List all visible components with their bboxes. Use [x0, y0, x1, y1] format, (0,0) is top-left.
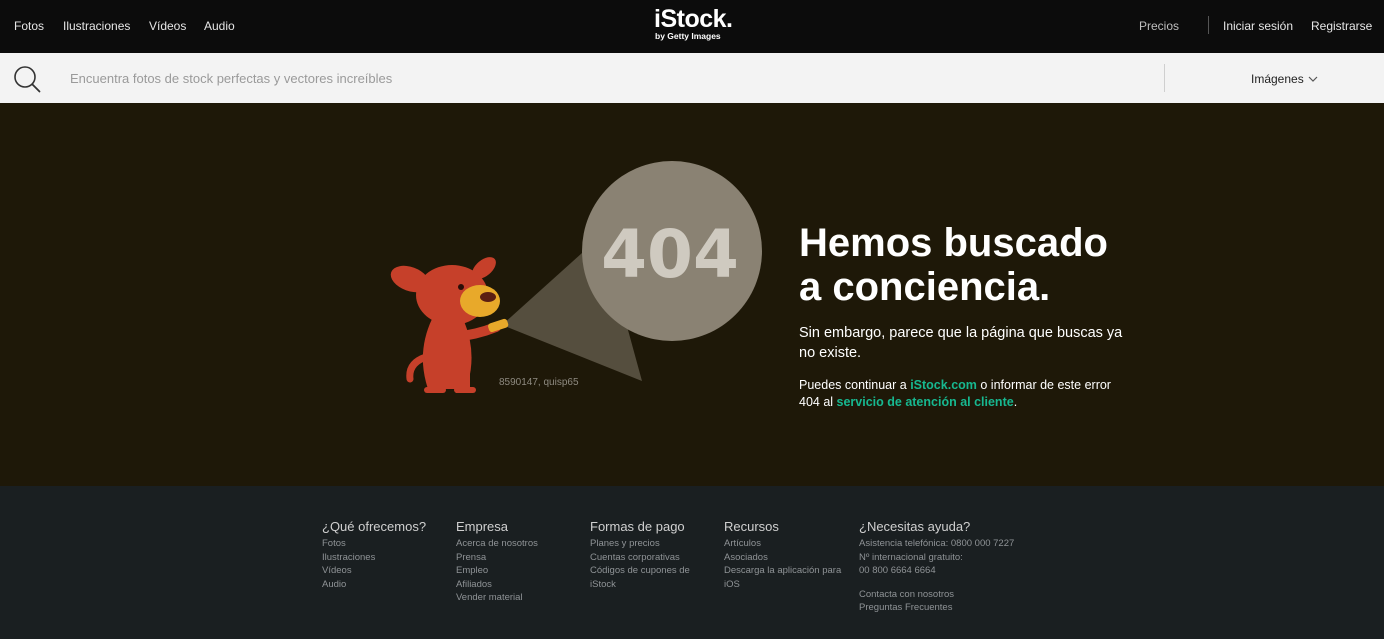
footer-link[interactable]: Códigos de cupones de iStock	[590, 564, 710, 591]
footer-column-help: ¿Necesitas ayuda? Asistencia telefónica:…	[859, 519, 1049, 615]
nav-audio-link[interactable]: Audio	[204, 19, 235, 33]
intl-number: 00 800 6664 6664	[859, 565, 936, 576]
search-input[interactable]	[58, 63, 1153, 93]
top-navigation: Fotos Ilustraciones Vídeos Audio iStock.…	[0, 0, 1384, 53]
footer-link[interactable]: Vender material	[456, 591, 538, 605]
footer-link[interactable]: Empleo	[456, 564, 538, 578]
logo-wordmark: iStock.	[654, 5, 733, 33]
login-link[interactable]: Iniciar sesión	[1223, 19, 1293, 33]
error-hero: 404 8590147, quisp65 Hemos buscado a con…	[0, 103, 1384, 486]
error-continue-text: Puedes continuar a iStock.com o informar…	[799, 377, 1129, 411]
footer-link[interactable]: Artículos	[724, 537, 859, 551]
nav-ilustraciones-link[interactable]: Ilustraciones	[63, 19, 130, 33]
continue-text-3: .	[1013, 395, 1018, 409]
error-headline: Hemos buscado a conciencia.	[799, 221, 1199, 309]
error-code-404: 404	[601, 216, 739, 293]
footer-column-resources: Recursos Artículos Asociados Descarga la…	[724, 519, 859, 591]
footer: ¿Qué ofrecemos? Fotos Ilustraciones Víde…	[0, 486, 1384, 639]
footer-link[interactable]: Descarga la aplicación para iOS	[724, 564, 859, 591]
footer-column-payment: Formas de pago Planes y precios Cuentas …	[590, 519, 710, 591]
headline-line-1: Hemos buscado	[799, 221, 1108, 265]
nav-videos-link[interactable]: Vídeos	[149, 19, 186, 33]
footer-link[interactable]: Prensa	[456, 551, 538, 565]
istock-logo[interactable]: iStock. by Getty Images	[654, 5, 733, 41]
intl-number-label: Nº internacional gratuito:	[859, 551, 963, 563]
footer-link[interactable]: Preguntas Frecuentes	[859, 601, 1049, 615]
footer-link[interactable]: Asociados	[724, 551, 859, 565]
footer-link[interactable]: Ilustraciones	[322, 551, 426, 565]
search-divider	[1164, 64, 1165, 92]
footer-heading: ¿Necesitas ayuda?	[859, 519, 971, 534]
footer-heading: Formas de pago	[590, 519, 685, 534]
image-credit: 8590147, quisp65	[499, 377, 579, 388]
footer-link[interactable]: Planes y precios	[590, 537, 710, 551]
nav-divider	[1208, 16, 1209, 34]
dog-flashlight-illustration: 404	[390, 161, 762, 393]
footer-link[interactable]: Afiliados	[456, 578, 538, 592]
error-subtitle: Sin embargo, parece que la página que bu…	[799, 325, 1123, 361]
media-type-dropdown[interactable]: Imágenes	[1251, 72, 1318, 86]
search-bar: Imágenes	[0, 53, 1384, 103]
chevron-down-icon	[1308, 76, 1318, 82]
nav-fotos-link[interactable]: Fotos	[14, 19, 44, 33]
logo-tagline: by Getty Images	[655, 31, 721, 41]
footer-link[interactable]: Acerca de nosotros	[456, 537, 538, 551]
footer-column-company: Empresa Acerca de nosotros Prensa Empleo…	[456, 519, 538, 605]
istock-home-link[interactable]: iStock.com	[910, 378, 977, 392]
customer-service-link[interactable]: servicio de atención al cliente	[837, 395, 1014, 409]
footer-link[interactable]: Vídeos	[322, 564, 426, 578]
footer-link[interactable]: Cuentas corporativas	[590, 551, 710, 565]
footer-heading: Empresa	[456, 519, 509, 534]
footer-link[interactable]: Audio	[322, 578, 426, 592]
media-type-label: Imágenes	[1251, 72, 1304, 86]
search-icon[interactable]	[13, 65, 41, 93]
phone-support-text: Asistencia telefónica: 0800 000 7227	[859, 538, 1015, 549]
footer-heading: ¿Qué ofrecemos?	[322, 519, 427, 534]
footer-heading: Recursos	[724, 519, 779, 534]
footer-column-offer: ¿Qué ofrecemos? Fotos Ilustraciones Víde…	[322, 519, 426, 591]
register-link[interactable]: Registrarse	[1311, 19, 1372, 33]
headline-line-2: a conciencia.	[799, 265, 1051, 309]
footer-link[interactable]: Contacta con nosotros	[859, 588, 1049, 602]
footer-link[interactable]: Fotos	[322, 537, 426, 551]
nav-precios-link[interactable]: Precios	[1139, 19, 1179, 33]
continue-text-1: Puedes continuar a	[799, 378, 911, 392]
